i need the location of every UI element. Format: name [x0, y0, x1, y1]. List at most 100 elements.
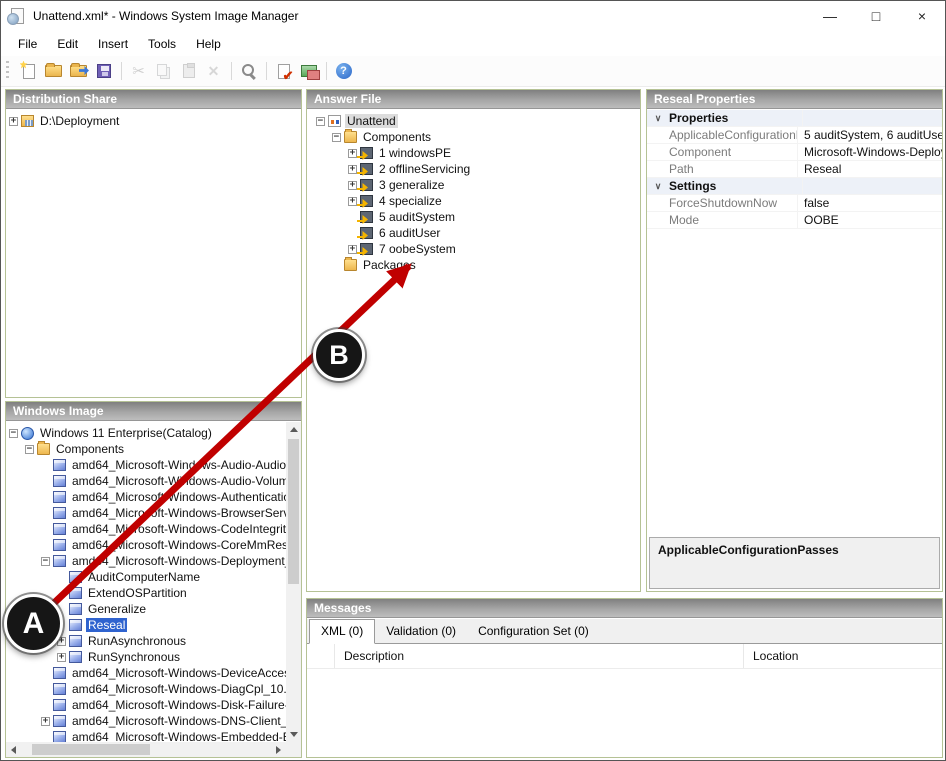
tree-item[interactable]: 5 auditSystem [313, 209, 640, 225]
expander-toggle[interactable]: + [57, 653, 66, 662]
tree-item-label: AuditComputerName [86, 570, 202, 584]
property-row[interactable]: ∨ Mode OOBE [647, 212, 942, 229]
menu-help[interactable]: Help [186, 33, 231, 55]
property-value[interactable] [802, 110, 942, 126]
scroll-right-arrow[interactable] [271, 742, 286, 757]
messages-tab-strip: XML (0)Validation (0)Configuration Set (… [307, 619, 942, 644]
scroll-left-arrow[interactable] [6, 742, 21, 757]
property-row[interactable]: ∨ Component Microsoft-Windows-Deployment [647, 144, 942, 161]
property-row[interactable]: ∨ ForceShutdownNow false [647, 195, 942, 212]
expander-toggle[interactable]: − [316, 117, 325, 126]
copy-button[interactable] [151, 59, 176, 84]
property-value[interactable]: OOBE [797, 212, 942, 228]
create-configuration-set-button[interactable] [296, 59, 321, 84]
tree-item[interactable]: + D:\Deployment [6, 113, 301, 129]
tree-item[interactable]: 6 auditUser [313, 225, 640, 241]
tree-item[interactable]: + 4 specialize [313, 193, 640, 209]
tree-item[interactable]: amd64_Microsoft-Windows-Audio-VolumeC [6, 473, 286, 489]
tab-xml[interactable]: XML (0) [309, 619, 375, 644]
expander-toggle[interactable]: − [332, 133, 341, 142]
expander-toggle[interactable]: − [25, 445, 34, 454]
scroll-down-arrow[interactable] [286, 727, 301, 742]
tree-item[interactable]: + 7 oobeSystem [313, 241, 640, 257]
vertical-scroll-thumb[interactable] [288, 439, 299, 584]
menu-tools[interactable]: Tools [138, 33, 186, 55]
chevron-down-icon[interactable]: ∨ [647, 181, 669, 192]
menu-insert[interactable]: Insert [88, 33, 138, 55]
open-answer-file-button[interactable] [41, 59, 66, 84]
property-value[interactable]: Reseal [797, 161, 942, 177]
new-answer-file-button[interactable] [16, 59, 41, 84]
tree-item[interactable]: − Windows 11 Enterprise(Catalog) [6, 425, 286, 441]
expander-toggle[interactable]: + [348, 197, 357, 206]
expander-toggle[interactable]: + [41, 717, 50, 726]
tree-item[interactable]: amd64_Microsoft-Windows-Embedded-Boo [6, 729, 286, 742]
tree-item[interactable]: − amd64_Microsoft-Windows-Deployment_10 [6, 553, 286, 569]
cut-button[interactable]: ✂ [126, 59, 151, 84]
property-value[interactable]: Microsoft-Windows-Deployment [797, 144, 942, 160]
property-row[interactable]: ∨ Properties [647, 110, 942, 127]
property-value[interactable] [802, 178, 942, 194]
horizontal-scroll-thumb[interactable] [32, 744, 150, 755]
component-cube-icon [53, 699, 66, 711]
property-row[interactable]: ∨ Path Reseal [647, 161, 942, 178]
help-button[interactable]: ? [331, 59, 356, 84]
expander-toggle[interactable]: + [9, 117, 18, 126]
chevron-down-icon[interactable]: ∨ [647, 113, 669, 124]
vertical-scrollbar[interactable] [286, 422, 301, 742]
column-header-description: Description [335, 644, 744, 668]
tree-item[interactable]: amd64_Microsoft-Windows-CodeIntegrity_1 [6, 521, 286, 537]
tree-item[interactable]: + amd64_Microsoft-Windows-DNS-Client_10. [6, 713, 286, 729]
tree-item[interactable]: − Components [313, 129, 640, 145]
tree-item-label: 5 auditSystem [377, 210, 457, 224]
expander-toggle[interactable]: + [348, 165, 357, 174]
tree-item[interactable]: amd64_Microsoft-Windows-Disk-Failure-Dia [6, 697, 286, 713]
tree-item[interactable]: amd64_Microsoft-Windows-BrowserService [6, 505, 286, 521]
property-value[interactable]: false [797, 195, 942, 211]
tree-item-label: Windows 11 Enterprise(Catalog) [38, 426, 214, 440]
tree-item[interactable]: AuditComputerName [6, 569, 286, 585]
tree-item-label: Generalize [86, 602, 148, 616]
tree-item[interactable]: Packages [313, 257, 640, 273]
minimize-button[interactable]: — [807, 1, 853, 31]
tree-item[interactable]: − Unattend [313, 113, 640, 129]
find-button[interactable] [236, 59, 261, 84]
tree-item[interactable]: + RunSynchronous [6, 649, 286, 665]
tree-item[interactable]: amd64_Microsoft-Windows-Audio-AudioCor [6, 457, 286, 473]
open-windows-image-button[interactable] [66, 59, 91, 84]
menu-file[interactable]: File [8, 33, 47, 55]
tree-item-label: D:\Deployment [38, 114, 121, 128]
tree-item[interactable]: amd64_Microsoft-Windows-Authentication- [6, 489, 286, 505]
toolbar: ✂ ✕ ✔ [1, 56, 945, 87]
expander-toggle[interactable]: + [348, 181, 357, 190]
tab-configuration-set[interactable]: Configuration Set (0) [467, 620, 600, 643]
delete-button[interactable]: ✕ [201, 59, 226, 84]
save-answer-file-button[interactable] [91, 59, 116, 84]
tree-item[interactable]: amd64_Microsoft-Windows-CoreMmRes_10 [6, 537, 286, 553]
property-name: Properties [669, 111, 802, 125]
tree-item[interactable]: amd64_Microsoft-Windows-DiagCpl_10.0.2 [6, 681, 286, 697]
tree-item[interactable]: − Components [6, 441, 286, 457]
expander-toggle[interactable]: + [348, 149, 357, 158]
maximize-button[interactable]: □ [853, 1, 899, 31]
expander-toggle[interactable]: − [41, 557, 50, 566]
menu-edit[interactable]: Edit [47, 33, 88, 55]
property-row[interactable]: ∨ ApplicableConfigurationP 5 auditSystem… [647, 127, 942, 144]
tree-item[interactable]: + 3 generalize [313, 177, 640, 193]
windows-image-tree: − Windows 11 Enterprise(Catalog) − Compo… [6, 422, 286, 742]
expander-toggle[interactable]: + [348, 245, 357, 254]
property-row[interactable]: ∨ Settings [647, 178, 942, 195]
tree-item[interactable]: + 2 offlineServicing [313, 161, 640, 177]
validate-answer-file-button[interactable]: ✔ [271, 59, 296, 84]
horizontal-scrollbar[interactable] [6, 742, 286, 757]
close-button[interactable]: × [899, 1, 945, 31]
scroll-up-arrow[interactable] [286, 422, 301, 437]
answer-file-header: Answer File [307, 90, 640, 109]
tab-validation[interactable]: Validation (0) [375, 620, 467, 643]
property-value[interactable]: 5 auditSystem, 6 auditUser, 7 oo [797, 127, 942, 143]
tree-item[interactable]: amd64_Microsoft-Windows-DeviceAccess_ [6, 665, 286, 681]
expander-toggle[interactable]: − [9, 429, 18, 438]
component-cube-icon [69, 571, 82, 583]
tree-item[interactable]: + 1 windowsPE [313, 145, 640, 161]
paste-button[interactable] [176, 59, 201, 84]
